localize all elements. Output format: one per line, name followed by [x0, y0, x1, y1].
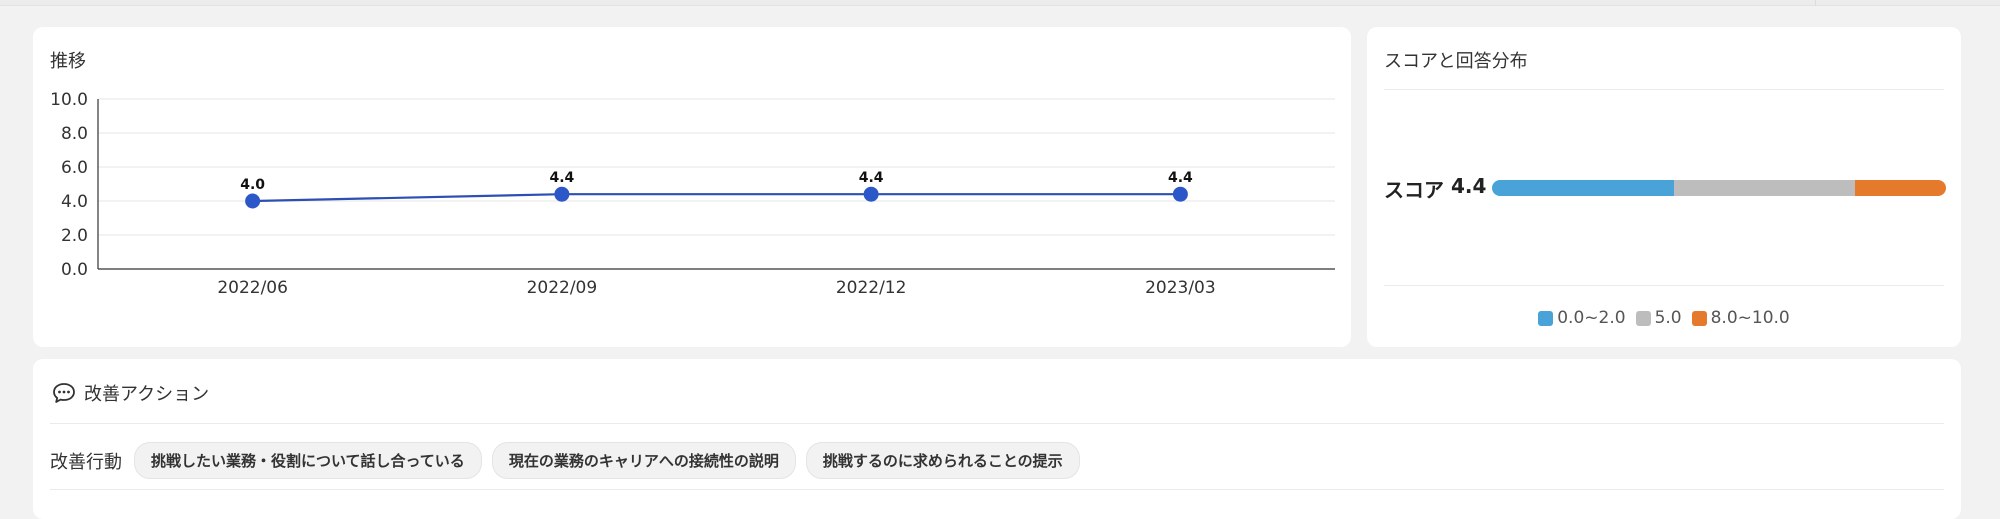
improvement-action-card: 改善アクション 改善行動 挑戦したい業務・役割について話し合っている 現在の業務…: [33, 359, 1961, 519]
legend-swatch: [1538, 310, 1554, 326]
x-tick-label: 2022/12: [836, 278, 907, 298]
x-tick-label: 2022/06: [217, 278, 288, 298]
top-bar-divider: [1815, 0, 1816, 6]
legend-swatch: [1691, 310, 1707, 326]
score-label: スコア: [1384, 178, 1444, 202]
y-tick-label: 10.0: [50, 90, 88, 110]
legend-label: 8.0~10.0: [1710, 308, 1790, 328]
y-tick-label: 6.0: [61, 158, 88, 178]
distribution-segment-3: [1855, 180, 1946, 196]
improvement-action-header: 改善アクション: [52, 380, 209, 406]
speech-bubble-icon: [53, 383, 75, 403]
score-card: スコアと回答分布 スコア 4.4 0.0~2.0 5.0 8.0~10.0: [1367, 27, 1961, 347]
action-divider-bottom: [50, 489, 1944, 490]
top-bar: [0, 0, 2000, 6]
distribution-legend: 0.0~2.0 5.0 8.0~10.0: [1367, 308, 1961, 328]
y-tick-label: 0.0: [61, 260, 88, 280]
y-tick-label: 4.0: [61, 192, 88, 212]
legend-item-1: 0.0~2.0: [1538, 308, 1626, 328]
trend-card: 推移 0.0 2.0 4.0 6.0 8.0 10.0 2022/06 2022/09 2022…: [33, 27, 1351, 347]
x-tick-label: 2022/09: [527, 278, 598, 298]
score-card-divider-top: [1384, 89, 1944, 90]
improvement-action-title: 改善アクション: [84, 384, 210, 405]
data-point: [863, 186, 879, 202]
data-label: 4.4: [1168, 170, 1193, 186]
distribution-segment-1: [1492, 180, 1674, 196]
data-label: 4.4: [549, 170, 574, 186]
distribution-segment-2: [1673, 180, 1856, 196]
y-tick-label: 2.0: [61, 226, 88, 246]
score-value: 4.4: [1451, 174, 1487, 198]
improvement-behavior-row: 改善行動 挑戦したい業務・役割について話し合っている 現在の業務のキャリアへの接…: [50, 442, 1080, 479]
x-tick-label: 2023/03: [1145, 278, 1216, 298]
action-chip-1[interactable]: 挑戦したい業務・役割について話し合っている: [134, 442, 482, 479]
score-card-divider-bottom: [1384, 285, 1944, 286]
legend-item-3: 8.0~10.0: [1691, 308, 1790, 328]
legend-label: 5.0: [1654, 308, 1682, 328]
action-chip-2[interactable]: 現在の業務のキャリアへの接続性の説明: [491, 442, 796, 479]
legend-label: 0.0~2.0: [1557, 308, 1626, 328]
action-divider-top: [50, 423, 1944, 424]
score-card-title: スコアと回答分布: [1384, 51, 1528, 72]
series-line: [252, 193, 1181, 203]
legend-swatch: [1635, 310, 1651, 326]
y-tick-label: 8.0: [61, 124, 88, 144]
legend-item-2: 5.0: [1635, 308, 1682, 328]
data-point: [245, 193, 261, 209]
data-label: 4.0: [240, 177, 265, 193]
improvement-behavior-label: 改善行動: [50, 451, 122, 473]
data-label: 4.4: [859, 170, 884, 186]
trend-chart: 0.0 2.0 4.0 6.0 8.0 10.0 2022/06 2022/09 2022/12…: [50, 90, 1335, 298]
data-point: [1172, 186, 1188, 202]
score-distribution-bar: [1492, 180, 1946, 196]
data-point: [554, 186, 570, 202]
action-chip-3[interactable]: 挑戦するのに求められることの提示: [805, 442, 1080, 479]
